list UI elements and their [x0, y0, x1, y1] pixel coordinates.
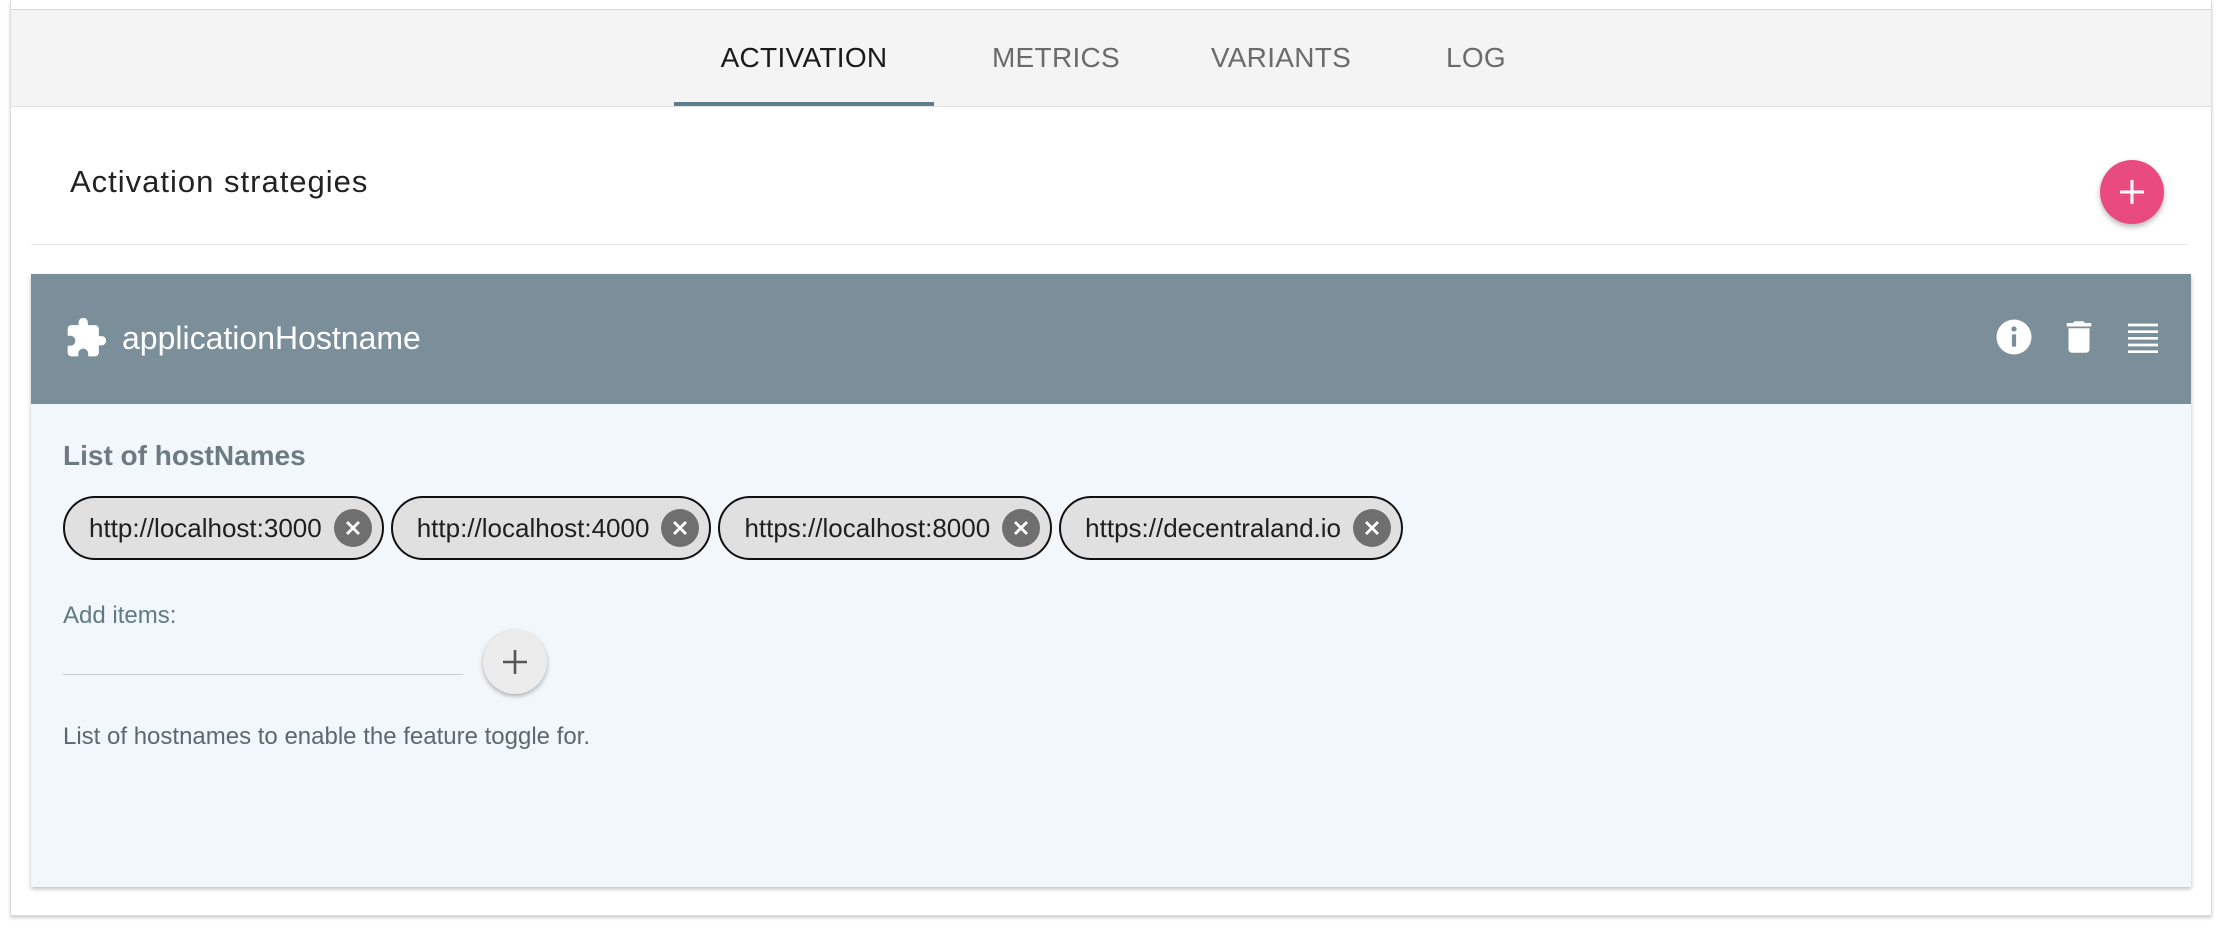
chip-remove-icon[interactable] [661, 509, 700, 547]
hostname-chips: http://localhost:3000 http://localhost:4… [63, 496, 1410, 560]
drag-handle-icon[interactable] [2121, 315, 2165, 359]
hostname-chip: https://decentraland.io [1059, 496, 1403, 560]
chip-label: http://localhost:3000 [89, 512, 322, 543]
info-icon[interactable] [1992, 315, 2036, 359]
strategy-header: applicationHostname [31, 274, 2191, 404]
add-strategy-button[interactable] [2100, 160, 2164, 224]
add-item-input[interactable] [63, 634, 463, 675]
puzzle-icon [67, 317, 107, 357]
chip-label: https://decentraland.io [1085, 512, 1341, 543]
chip-remove-icon[interactable] [1353, 509, 1391, 547]
trash-icon[interactable] [2057, 315, 2101, 359]
list-title: List of hostNames [63, 440, 306, 471]
chip-label: https://localhost:8000 [744, 512, 991, 543]
strategy-name: applicationHostname [122, 320, 421, 356]
section-header: Activation strategies [31, 106, 2187, 245]
plus-icon [503, 650, 527, 674]
tab-metrics[interactable]: METRICS [966, 10, 1146, 106]
help-text: List of hostnames to enable the feature … [63, 723, 591, 750]
hostname-chip: http://localhost:3000 [63, 496, 384, 560]
chip-remove-icon[interactable] [333, 509, 372, 547]
strategy-panel: applicationHostname List of hostNames ht… [31, 274, 2191, 887]
tab-log[interactable]: LOG [1416, 10, 1536, 106]
tab-variants[interactable]: VARIANTS [1191, 10, 1371, 106]
tab-bar: ACTIVATION METRICS VARIANTS LOG [11, 10, 2211, 107]
section-title: Activation strategies [70, 164, 369, 199]
feature-card: ACTIVATION METRICS VARIANTS LOG Activati… [10, 0, 2212, 916]
hostname-chip: https://localhost:8000 [718, 496, 1053, 560]
chip-remove-icon[interactable] [1002, 509, 1041, 547]
tab-activation[interactable]: ACTIVATION [674, 10, 934, 106]
add-item-button[interactable] [483, 630, 547, 694]
chip-label: http://localhost:4000 [416, 512, 650, 543]
hostname-chip: http://localhost:4000 [390, 496, 712, 560]
add-items-label: Add items: [63, 602, 177, 629]
plus-icon [2120, 180, 2144, 204]
